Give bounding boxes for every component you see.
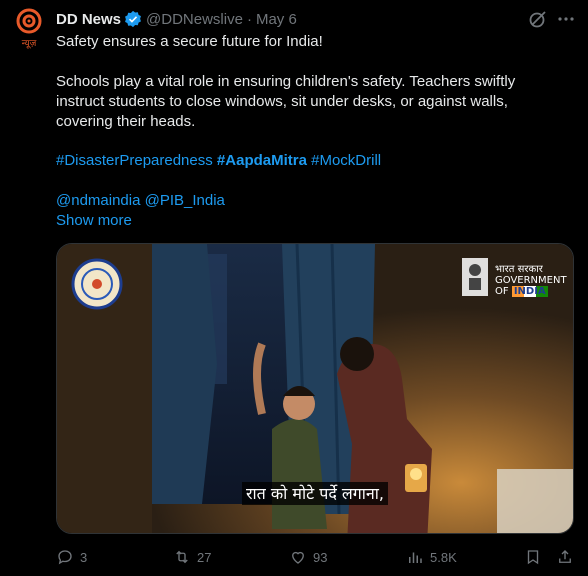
views-button[interactable]: 5.8K	[406, 547, 457, 567]
share-icon	[559, 550, 571, 563]
show-more-link[interactable]: Show more	[56, 211, 546, 231]
repost-icon	[176, 550, 188, 564]
hashtag-link[interactable]: #AapdaMitra	[217, 152, 307, 169]
mention-link[interactable]: @ndmaindia	[56, 192, 140, 209]
tweet-text-line: covering their heads.	[56, 113, 196, 130]
verified-badge-icon	[125, 10, 141, 28]
dd-logo-icon: न्यूज़	[16, 8, 42, 49]
separator: ·	[246, 10, 252, 28]
repost-button[interactable]: 27	[173, 547, 211, 567]
video-media[interactable]: भारत सरकार GOVERNMENT OF INDIA रात को मो…	[56, 243, 574, 534]
action-bar: 3 27 93 5.8K	[0, 547, 588, 567]
reply-count: 3	[80, 549, 88, 565]
reply-icon	[58, 550, 72, 565]
author-name[interactable]: DD News	[56, 11, 121, 28]
more-icon[interactable]	[556, 9, 576, 29]
svg-text:न्यूज़: न्यूज़	[22, 39, 37, 49]
hashtag-link[interactable]: #DisasterPreparedness	[56, 152, 213, 169]
reply-button[interactable]: 3	[56, 547, 87, 567]
mention-link[interactable]: @PIB_India	[145, 192, 225, 209]
author-handle[interactable]: @DDNewslive	[146, 11, 243, 28]
tweet-header: DD News @DDNewslive · May 6	[56, 8, 297, 30]
views-icon	[409, 552, 422, 563]
tweet-text-line: Schools play a vital role in ensuring ch…	[56, 73, 516, 90]
like-count: 93	[313, 549, 328, 565]
tweet-text-line: instruct students to close windows, sit …	[56, 93, 508, 110]
hashtag-link[interactable]: #MockDrill	[311, 152, 381, 169]
video-caption: रात को मोटे पर्दे लगाना,	[57, 482, 573, 505]
avatar[interactable]: न्यूज़	[12, 6, 46, 50]
tweet-text-line: Safety ensures a secure future for India…	[56, 33, 323, 50]
like-button[interactable]: 93	[289, 547, 327, 567]
mentions: @ndmaindia @PIB_India	[56, 191, 546, 211]
views-count: 5.8K	[430, 549, 457, 565]
tweet[interactable]: न्यूज़ DD News @DDNewslive · May 6 Safet…	[0, 0, 588, 576]
share-button[interactable]	[556, 547, 574, 567]
repost-count: 27	[197, 549, 212, 565]
bookmark-icon	[527, 550, 539, 565]
grok-icon[interactable]	[528, 9, 548, 29]
post-date[interactable]: May 6	[256, 11, 297, 28]
like-icon	[292, 551, 304, 564]
bookmark-button[interactable]	[524, 547, 542, 567]
hashtags: #DisasterPreparedness #AapdaMitra #MockD…	[56, 151, 546, 171]
government-of-india-logo: भारत सरकार GOVERNMENT OF INDIA	[495, 264, 567, 297]
